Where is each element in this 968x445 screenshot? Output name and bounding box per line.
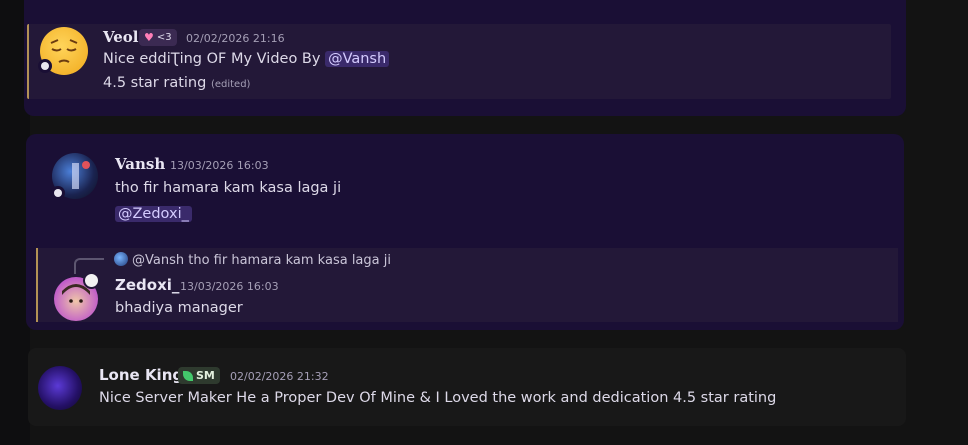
- message-card-lone-king: [28, 348, 906, 426]
- status-icon: [38, 59, 52, 73]
- reply-avatar-icon: [114, 252, 128, 266]
- speech-bubble-icon: [83, 272, 100, 289]
- reply-text: tho fir hamara kam kasa laga ji: [188, 253, 391, 268]
- badge-label: SM: [196, 369, 215, 382]
- mention-vansh[interactable]: @Vansh: [325, 51, 390, 67]
- edited-label: (edited): [210, 79, 251, 90]
- timestamp-vansh: 13/03/2026 16:03: [170, 159, 269, 172]
- username-vansh[interactable]: Vansh: [115, 155, 165, 173]
- role-badge-veol[interactable]: ♥ <3: [139, 29, 177, 46]
- username-lone-king[interactable]: Lone King: [99, 366, 183, 384]
- message-line2-veol: 4.5 star rating (edited): [103, 75, 250, 91]
- reply-mention: @Vansh: [132, 253, 185, 268]
- timestamp-lone-king: 02/02/2026 21:32: [230, 370, 329, 383]
- mention-zedoxi[interactable]: @Zedoxi_: [115, 206, 192, 222]
- leaf-icon: [183, 370, 193, 381]
- avatar-lone-king[interactable]: [38, 366, 82, 410]
- message-text-vansh: tho fir hamara kam kasa laga ji: [115, 180, 342, 196]
- timestamp-zedoxi: 13/03/2026 16:03: [180, 280, 279, 293]
- message-text-lone-king: Nice Server Maker He a Proper Dev Of Min…: [99, 390, 777, 406]
- message-text: 4.5 star rating: [103, 75, 207, 91]
- badge-label: <3: [156, 32, 172, 43]
- status-icon: [51, 186, 65, 200]
- message-text: Nice eddiƮing OF My Video By: [103, 51, 326, 67]
- heart-icon: ♥: [144, 31, 154, 44]
- username-zedoxi[interactable]: Zedoxi_: [115, 276, 179, 294]
- timestamp-veol: 02/02/2026 21:16: [186, 32, 285, 45]
- username-veol[interactable]: Veol: [103, 28, 139, 46]
- reply-preview[interactable]: @Vansh tho fir hamara kam kasa laga ji: [114, 252, 391, 268]
- role-badge-lone-king[interactable]: SM: [178, 367, 220, 384]
- message-text-zedoxi: bhadiya manager: [115, 300, 243, 316]
- message-text-veol: Nice eddiƮing OF My Video By @Vansh: [103, 51, 390, 67]
- message-mention-line: @Zedoxi_: [115, 206, 192, 222]
